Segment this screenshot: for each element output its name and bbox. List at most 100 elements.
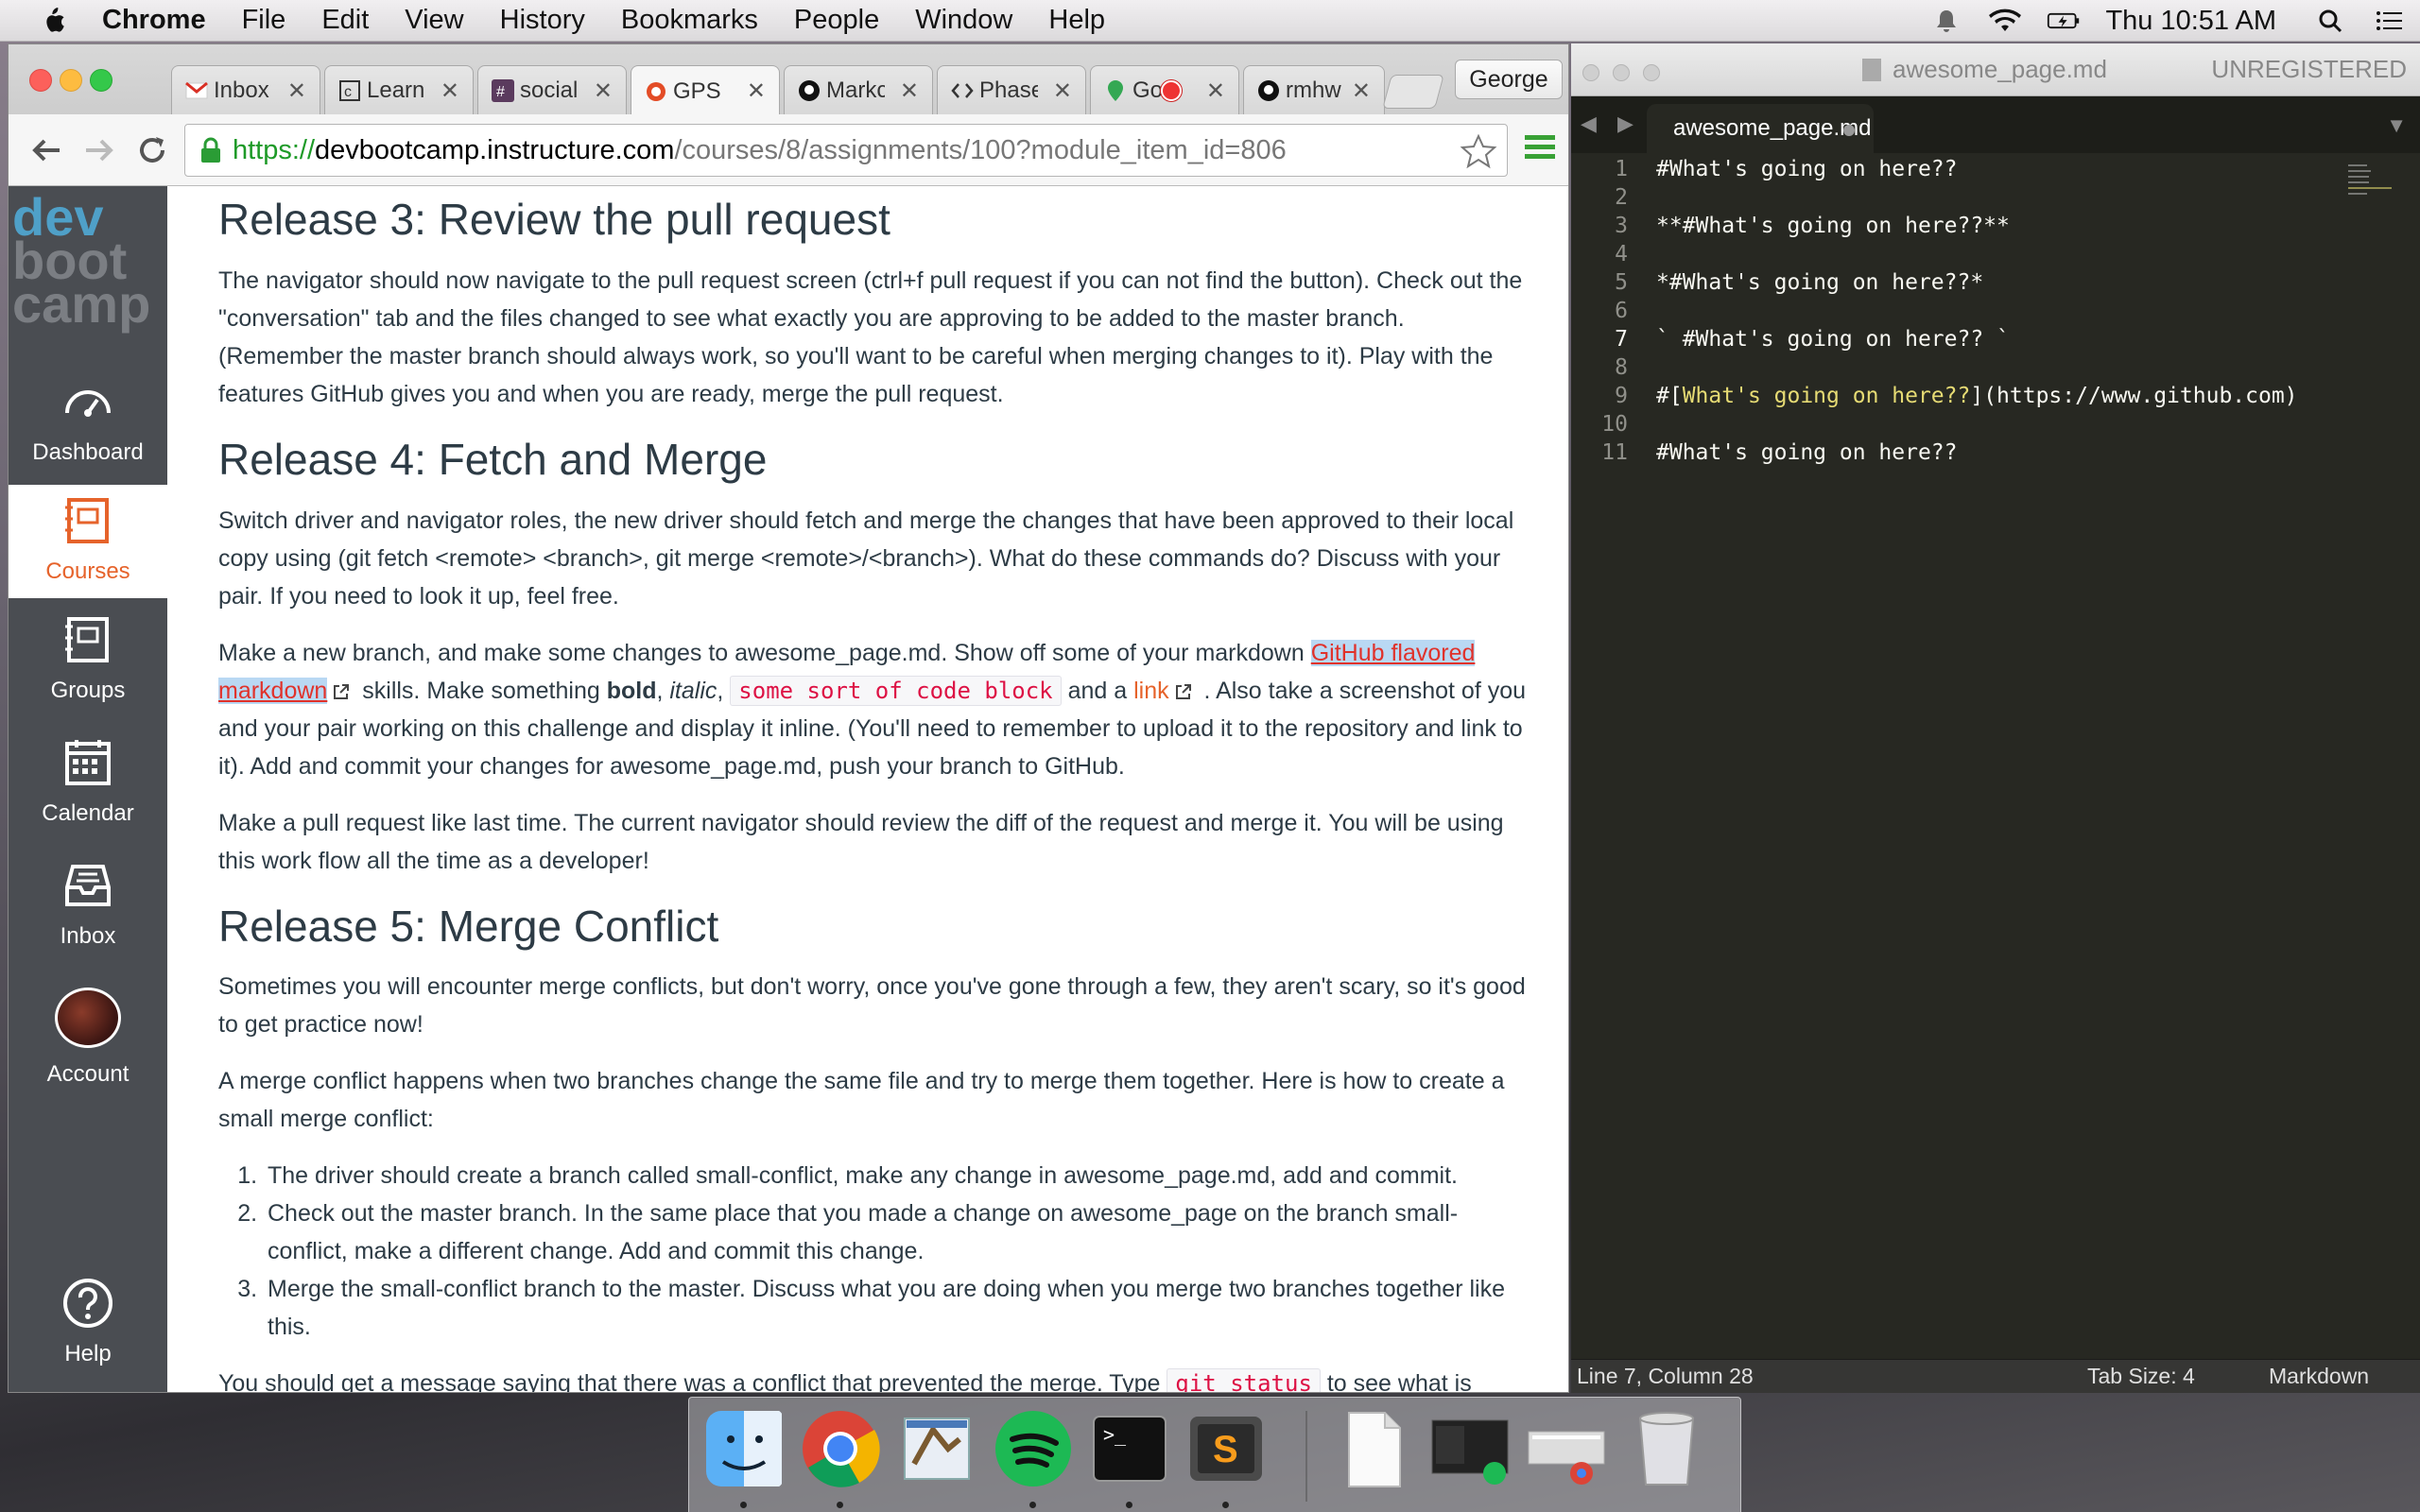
code-line[interactable]: **#What's going on here??** (1656, 214, 2298, 242)
devbootcamp-logo[interactable]: dev boot camp (12, 196, 173, 347)
code-line[interactable] (1656, 355, 2298, 384)
document-icon[interactable] (1332, 1407, 1415, 1490)
tab-phase[interactable]: Phase ✕ (937, 65, 1086, 114)
menu-window[interactable]: Window (915, 5, 1012, 36)
trash-icon[interactable] (1625, 1407, 1708, 1490)
finder-icon[interactable] (702, 1407, 786, 1490)
window-title: awesome_page.md (1862, 55, 2107, 84)
link-link[interactable]: link (1133, 678, 1169, 704)
zoom-window-button[interactable] (90, 69, 112, 92)
nav-help[interactable]: Help (9, 1267, 167, 1381)
bookmark-star-icon[interactable] (1460, 132, 1497, 170)
tab-markdown[interactable]: Markc ✕ (784, 65, 933, 114)
nav-account[interactable]: Account (9, 988, 167, 1101)
apple-menu-icon[interactable] (38, 6, 66, 36)
code-line[interactable]: #What's going on here?? (1656, 157, 2298, 185)
terminal-icon[interactable]: >_ (1088, 1407, 1171, 1490)
tab-label: rmhw (1286, 77, 1341, 103)
code-line[interactable] (1656, 242, 2298, 270)
close-window-button[interactable] (29, 69, 52, 92)
lock-icon[interactable] (199, 136, 223, 164)
menu-edit[interactable]: Edit (321, 5, 369, 36)
code-line[interactable] (1656, 185, 2298, 214)
chrome-window-preview-icon[interactable] (1525, 1407, 1608, 1490)
line-number: 2 (1615, 185, 1628, 210)
maps-icon (1108, 79, 1123, 101)
notification-center-icon[interactable] (2373, 7, 2407, 35)
code-line-link[interactable]: #[What's going on here??](https://www.gi… (1656, 384, 2298, 412)
tab-social[interactable]: # social ✕ (477, 65, 627, 114)
mail-icon[interactable] (895, 1407, 978, 1490)
tab-navigation-arrows-icon[interactable]: ◀ ▶ (1581, 112, 1641, 136)
menu-view[interactable]: View (405, 5, 463, 36)
nav-inbox[interactable]: Inbox (9, 850, 167, 963)
notification-bell-icon[interactable] (1929, 7, 1963, 35)
close-tab-icon[interactable]: ✕ (900, 77, 919, 105)
running-indicator (1222, 1502, 1229, 1508)
sublime-text-icon[interactable]: S (1184, 1407, 1268, 1490)
minimize-window-button[interactable] (60, 69, 82, 92)
nav-calendar[interactable]: Calendar (9, 727, 167, 840)
line-number: 11 (1601, 440, 1628, 465)
external-link-icon (1175, 683, 1191, 699)
close-tab-icon[interactable]: ✕ (747, 77, 766, 105)
menu-app-name[interactable]: Chrome (102, 5, 206, 36)
chrome-icon[interactable] (799, 1407, 882, 1490)
tab-google-maps[interactable]: Go ✕ (1090, 65, 1239, 114)
tab-size-selector[interactable]: Tab Size: 4 (2087, 1364, 2195, 1389)
menu-file[interactable]: File (242, 5, 286, 36)
back-arrow-icon[interactable] (27, 131, 65, 169)
new-tab-button[interactable] (1382, 75, 1444, 109)
tab-label: social (520, 77, 579, 103)
menubar-clock[interactable]: Thu 10:51 AM (2105, 6, 2276, 37)
nav-dashboard[interactable]: Dashboard (9, 366, 167, 479)
editor-tab-awesome-page[interactable]: awesome_page.md (1647, 104, 1874, 153)
chrome-menu-icon[interactable] (1525, 133, 1555, 162)
spotify-icon[interactable] (992, 1407, 1075, 1490)
tab-gps[interactable]: GPS ✕ (631, 65, 780, 116)
zoom-window-button[interactable] (1643, 64, 1660, 81)
nav-label: Help (64, 1341, 112, 1366)
code-line[interactable]: *#What's going on here??* (1656, 270, 2298, 299)
spotlight-search-icon[interactable] (2314, 7, 2348, 35)
tab-learn[interactable]: c Learn ✕ (324, 65, 474, 114)
minimap[interactable] (2348, 164, 2395, 212)
close-tab-icon[interactable]: ✕ (1053, 77, 1072, 105)
nav-label: Calendar (42, 800, 134, 826)
wifi-icon[interactable] (1988, 7, 2022, 35)
code-line-current[interactable]: ` #What's going on here?? ` (1656, 327, 2298, 355)
code-token: ](https://www.github.com) (1970, 384, 2298, 408)
nav-courses[interactable]: Courses (9, 485, 167, 598)
address-bar[interactable]: https://devbootcamp.instructure.com/cour… (184, 124, 1508, 177)
tab-inbox[interactable]: Inbox ✕ (171, 65, 320, 114)
close-tab-icon[interactable]: ✕ (441, 77, 459, 105)
minimize-window-button[interactable] (1613, 64, 1630, 81)
italic-text: italic (669, 677, 717, 704)
tab-rmhw[interactable]: rmhw ✕ (1243, 65, 1385, 114)
text-span: , (656, 677, 670, 704)
close-tab-icon[interactable]: ✕ (1352, 77, 1371, 105)
syntax-selector[interactable]: Markdown (2269, 1364, 2369, 1389)
profile-button[interactable]: George (1455, 60, 1563, 99)
menu-people[interactable]: People (794, 5, 879, 36)
reload-icon[interactable] (133, 131, 171, 169)
code-line[interactable] (1656, 299, 2298, 327)
menu-history[interactable]: History (500, 5, 585, 36)
menu-help[interactable]: Help (1048, 5, 1105, 36)
close-window-button[interactable] (1582, 64, 1599, 81)
spotify-window-preview-icon[interactable] (1428, 1407, 1512, 1490)
tab-dropdown-icon[interactable]: ▼ (2386, 113, 2407, 138)
unsaved-dot-icon[interactable] (1843, 125, 1855, 136)
menu-bookmarks[interactable]: Bookmarks (621, 5, 758, 36)
code-line[interactable] (1656, 412, 2298, 440)
battery-icon[interactable] (2047, 7, 2081, 35)
forward-arrow-icon[interactable] (80, 131, 118, 169)
line-number: 3 (1615, 214, 1628, 238)
close-tab-icon[interactable]: ✕ (287, 77, 306, 105)
window-title-text: awesome_page.md (1893, 55, 2107, 83)
close-tab-icon[interactable]: ✕ (594, 77, 613, 105)
nav-groups[interactable]: Groups (9, 604, 167, 717)
close-tab-icon[interactable]: ✕ (1206, 77, 1225, 105)
code-line[interactable]: #What's going on here?? (1656, 440, 2298, 469)
code-editor[interactable]: #What's going on here?? **#What's going … (1656, 157, 2298, 469)
